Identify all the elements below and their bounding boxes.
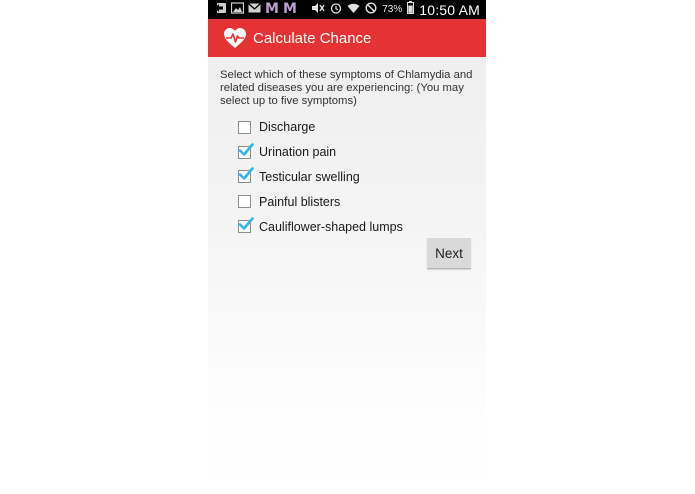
mute-icon (311, 1, 325, 19)
back-arrow-icon (214, 1, 227, 19)
checkbox[interactable] (238, 120, 251, 134)
next-button[interactable]: Next (427, 238, 471, 269)
page-title: Calculate Chance (253, 29, 372, 47)
system-icons: 73% 10:50 AM (311, 0, 480, 19)
phone-screen: M M 73% 10:50 AM Calculate Chance Select… (208, 0, 486, 494)
m-icon: M (282, 1, 297, 17)
symptom-painful-blisters[interactable]: Painful blisters (238, 189, 478, 214)
checkbox[interactable] (238, 195, 251, 209)
gmail-icon (248, 1, 261, 19)
action-bar: Calculate Chance (208, 19, 486, 57)
battery-percent: 73% (382, 4, 403, 15)
symptom-testicular-swelling[interactable]: Testicular swelling (238, 165, 478, 190)
status-bar: M M 73% 10:50 AM (208, 0, 486, 19)
notification-icons: M M (214, 2, 297, 17)
wifi-icon (347, 1, 360, 19)
checkbox[interactable] (238, 142, 254, 159)
m-icon: M (265, 1, 279, 17)
battery-icon (407, 0, 415, 19)
symptom-cauliflower-shaped-lumps[interactable]: Cauliflower-shaped lumps (238, 214, 478, 239)
symptom-urination-pain[interactable]: Urination pain (238, 140, 478, 165)
checkbox[interactable] (238, 217, 254, 234)
checkmark-icon (238, 167, 254, 181)
symptom-label: Discharge (259, 120, 316, 135)
blocked-icon (365, 1, 377, 19)
symptom-label: Testicular swelling (259, 169, 360, 184)
checkmark-icon (238, 142, 254, 156)
heart-pulse-icon[interactable] (223, 27, 247, 49)
clock: 10:50 AM (419, 1, 480, 18)
checkmark-icon (238, 217, 254, 230)
symptom-discharge[interactable]: Discharge (238, 115, 478, 140)
image-icon (230, 1, 245, 19)
symptom-label: Painful blisters (259, 194, 341, 209)
symptom-list: Discharge Urination pain Testicular swel… (238, 115, 478, 239)
checkbox[interactable] (238, 167, 254, 184)
symptom-label: Cauliflower-shaped lumps (259, 219, 403, 234)
symptom-label: Urination pain (259, 145, 337, 160)
instructions-text: Select which of these symptoms of Chlamy… (220, 69, 473, 107)
alarm-icon (330, 1, 342, 19)
